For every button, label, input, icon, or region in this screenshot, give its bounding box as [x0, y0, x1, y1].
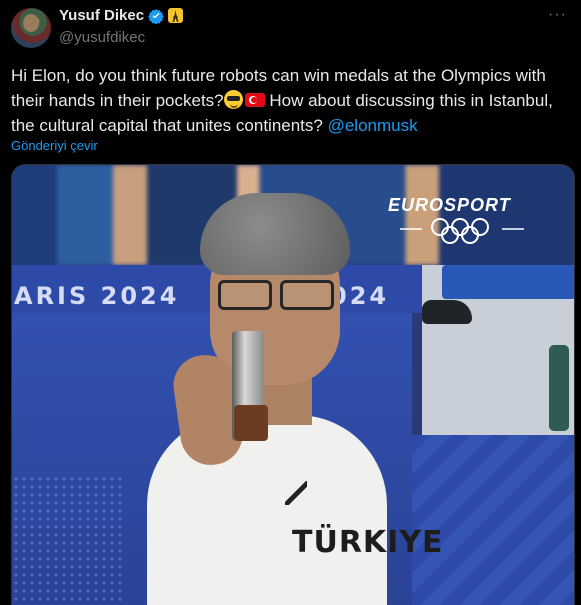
dotted-pattern [12, 475, 122, 605]
background-bench [442, 265, 574, 299]
mention-link[interactable]: @elonmusk [328, 116, 418, 135]
broadcaster-logo: EUROSPORT [388, 195, 511, 215]
tweet-media-image[interactable]: ARIS 2024 024 TÜRKIYE EUROSPORT [11, 164, 575, 605]
avatar[interactable] [11, 8, 51, 48]
eiffel-tower-icon [168, 8, 184, 23]
athlete-glasses [212, 280, 338, 312]
sunglasses-emoji-icon [223, 90, 243, 109]
olympic-rings-icon [400, 218, 524, 244]
jersey-logo [285, 481, 307, 505]
turkey-flag-emoji-icon [244, 93, 265, 107]
more-options-icon[interactable]: ··· [548, 6, 567, 24]
water-bottle [549, 345, 569, 431]
jersey-text: TÜRKIYE [292, 525, 444, 560]
author-name-row: Yusuf Dikec [59, 7, 184, 24]
translate-post-link[interactable]: Gönderiyi çevir [11, 138, 98, 153]
display-name[interactable]: Yusuf Dikec [59, 7, 144, 24]
author-handle[interactable]: @yusufdikec [59, 29, 145, 46]
background-shoe [422, 300, 472, 324]
venue-banner-text-left: ARIS 2024 [14, 282, 180, 310]
venue-panel-right [412, 435, 574, 605]
pistol-grip [234, 405, 268, 441]
tweet-text: Hi Elon, do you think future robots can … [11, 63, 571, 138]
athlete-hair [200, 193, 350, 275]
verified-badge-icon [148, 8, 164, 24]
